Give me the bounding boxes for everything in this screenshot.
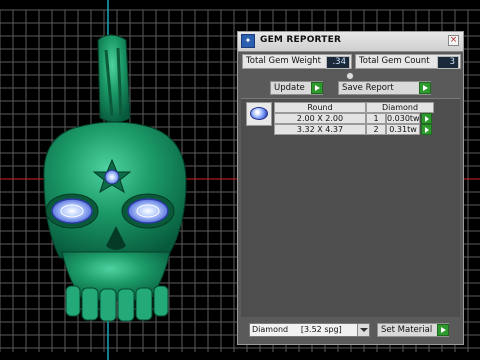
round-gem-thumbnail[interactable] <box>246 102 272 126</box>
title-bar[interactable]: ✦ GEM REPORTER × <box>238 32 463 52</box>
gem-size-cell: 3.32 X 4.37 <box>274 124 366 135</box>
panel-title: GEM REPORTER <box>260 35 342 45</box>
chevron-down-icon <box>357 324 369 336</box>
total-count-label: Total Gem Count <box>359 56 430 66</box>
column-header-shape: Round <box>274 102 366 113</box>
gem-size-cell: 2.00 X 2.00 <box>274 113 366 124</box>
gem-report-list: Round Diamond 2.00 X 2.00 1 0.030tw 3.32… <box>241 98 460 317</box>
total-weight-label: Total Gem Weight <box>246 56 321 66</box>
gem-weight-cell: 0.31tw <box>386 124 420 135</box>
gem-count-cell: 2 <box>366 124 386 135</box>
set-material-button[interactable]: Set Material <box>377 323 449 337</box>
gem-count-cell: 1 <box>366 113 386 124</box>
totals-row: Total Gem Weight .34 Total Gem Count 3 <box>242 54 462 70</box>
total-weight-value: .34 <box>326 56 350 69</box>
material-dropdown[interactable]: Diamond [3.52 spg] <box>249 323 370 337</box>
update-label: Update <box>274 83 305 93</box>
save-report-label: Save Report <box>342 83 394 93</box>
total-count-field: Total Gem Count 3 <box>355 54 461 69</box>
column-header-material: Diamond <box>366 102 434 113</box>
play-arrow-icon <box>311 82 323 94</box>
collapse-knob[interactable] <box>346 72 354 80</box>
select-row-arrow-icon[interactable] <box>421 124 432 135</box>
close-icon[interactable]: × <box>448 35 459 46</box>
total-count-value: 3 <box>437 56 459 69</box>
save-report-button[interactable]: Save Report <box>338 81 431 95</box>
gem-reporter-icon: ✦ <box>241 34 255 48</box>
gem-weight-cell: 0.030tw <box>386 113 420 124</box>
play-arrow-icon <box>437 324 449 336</box>
update-button[interactable]: Update <box>270 81 323 95</box>
set-material-label: Set Material <box>381 325 433 335</box>
total-weight-field: Total Gem Weight .34 <box>242 54 352 69</box>
material-value: Diamond [3.52 spg] <box>252 325 342 334</box>
play-arrow-icon <box>419 82 431 94</box>
select-row-arrow-icon[interactable] <box>421 113 432 124</box>
gem-reporter-panel: ✦ GEM REPORTER × Total Gem Weight .34 To… <box>237 31 464 345</box>
round-gem-icon <box>250 107 268 120</box>
